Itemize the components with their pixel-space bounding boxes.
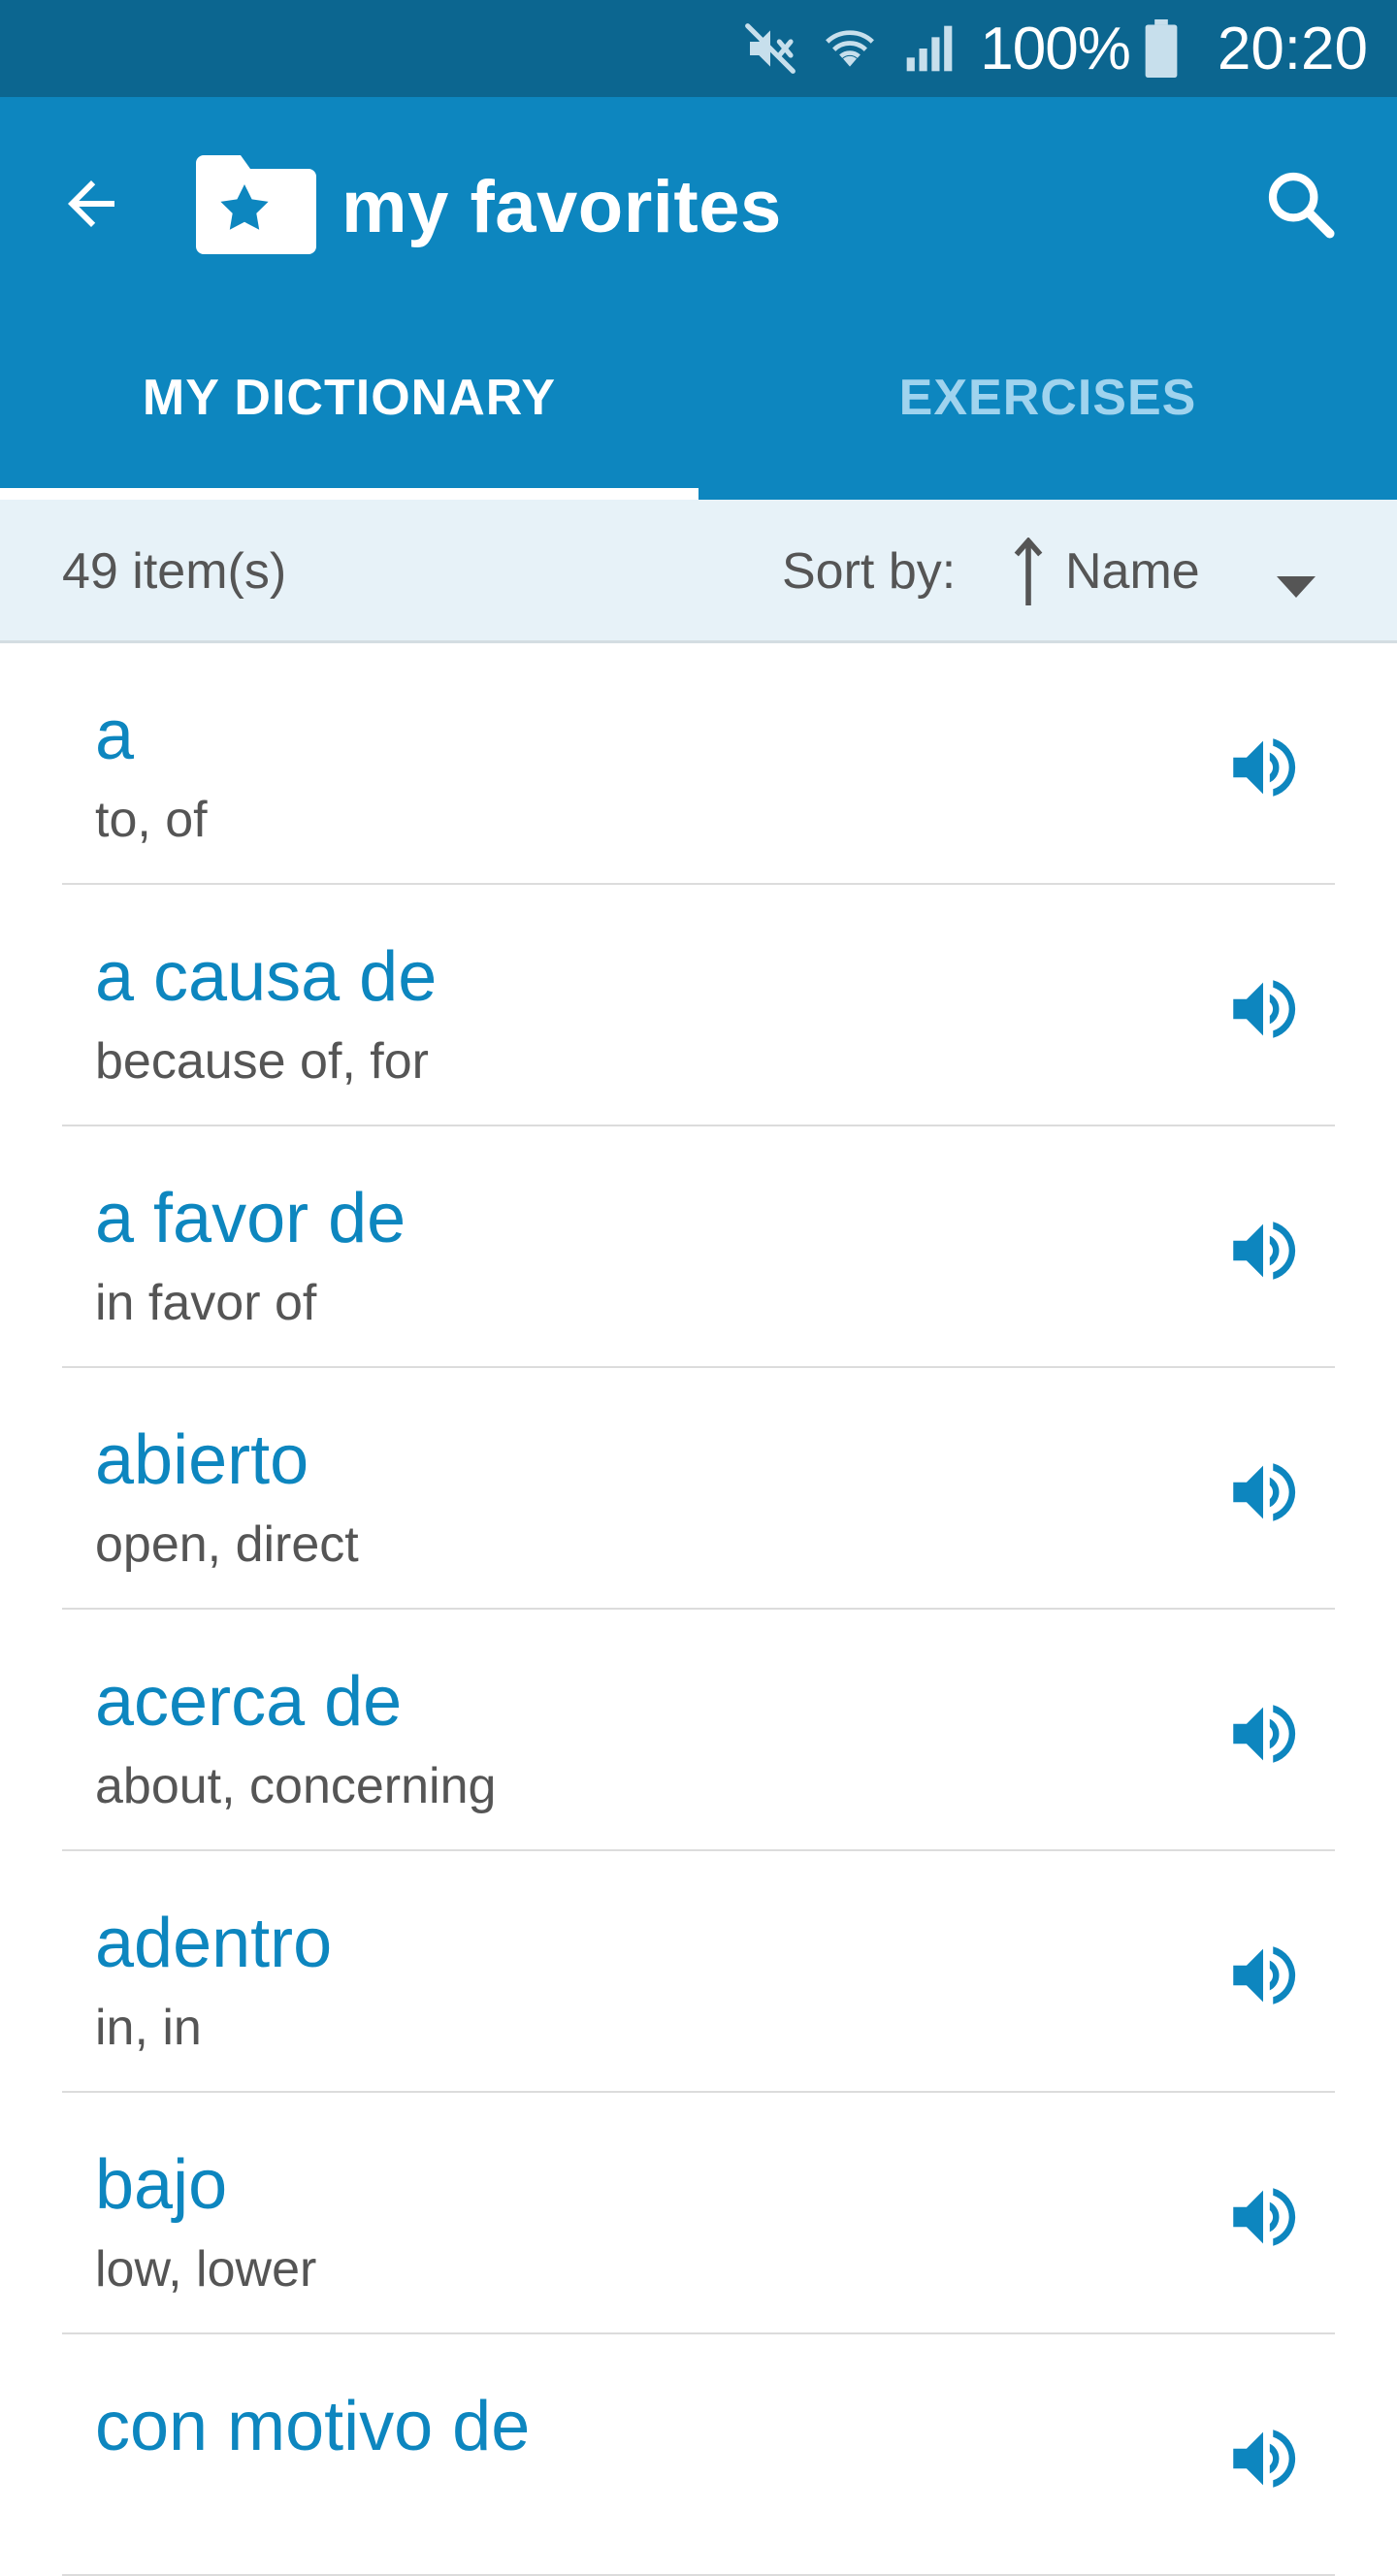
speaker-button[interactable] — [1215, 1685, 1312, 1782]
list-item[interactable]: a favor de in favor of — [62, 1126, 1335, 1368]
search-button[interactable] — [1251, 155, 1348, 252]
translation-text: in, in — [95, 2000, 202, 2056]
toolbar: my favorites — [0, 97, 1397, 315]
back-button[interactable] — [43, 155, 140, 252]
word-text: acerca de — [95, 1663, 403, 1741]
sort-label: Sort by: — [782, 543, 957, 600]
search-icon — [1268, 172, 1335, 239]
sort-value: Name — [1065, 543, 1200, 600]
list-item[interactable]: con motivo de — [62, 2334, 1335, 2576]
tab-exercises[interactable]: EXERCISES — [698, 315, 1397, 500]
arrow-left-icon — [68, 180, 114, 227]
list-item[interactable]: abierto open, direct — [62, 1368, 1335, 1610]
speaker-button[interactable] — [1215, 1927, 1312, 2024]
speaker-button[interactable] — [1215, 2410, 1312, 2507]
speaker-button[interactable] — [1215, 719, 1312, 816]
word-list: a to, of a causa de because of, for a fa… — [0, 643, 1397, 2576]
speaker-icon — [1233, 1463, 1296, 1521]
list-item[interactable]: bajo low, lower — [62, 2093, 1335, 2334]
word-text: a — [95, 697, 135, 774]
sort-bar: 49 item(s) Sort by: Name — [0, 500, 1397, 643]
word-text: bajo — [95, 2146, 228, 2224]
list-item[interactable]: a causa de because of, for — [62, 885, 1335, 1126]
battery-icon — [1144, 19, 1179, 78]
star-folder-icon — [196, 155, 316, 254]
speaker-icon — [1233, 738, 1296, 797]
app-bar: my favorites MY DICTIONARY EXERCISES — [0, 97, 1397, 500]
status-time: 20:20 — [1217, 15, 1368, 82]
mute-icon — [743, 21, 797, 76]
speaker-button[interactable] — [1215, 2168, 1312, 2266]
speaker-button[interactable] — [1215, 1202, 1312, 1299]
translation-text: to, of — [95, 792, 208, 848]
signal-icon — [902, 21, 957, 76]
translation-text: because of, for — [95, 1033, 429, 1090]
list-item[interactable]: acerca de about, concerning — [62, 1610, 1335, 1851]
speaker-button[interactable] — [1215, 961, 1312, 1058]
translation-text: open, direct — [95, 1516, 359, 1573]
wifi-icon — [821, 21, 879, 76]
arrow-up-icon[interactable] — [1009, 538, 1048, 605]
tab-bar: MY DICTIONARY EXERCISES — [0, 315, 1397, 500]
page-title: my favorites — [341, 166, 782, 248]
triangle-down-icon[interactable] — [1277, 554, 1316, 612]
word-text: abierto — [95, 1421, 309, 1499]
speaker-icon — [1233, 980, 1296, 1038]
word-text: a causa de — [95, 938, 438, 1016]
list-item[interactable]: adentro in, in — [62, 1851, 1335, 2093]
speaker-button[interactable] — [1215, 1444, 1312, 1541]
word-text: adentro — [95, 1905, 333, 1982]
translation-text: in favor of — [95, 1275, 317, 1331]
list-item[interactable]: a to, of — [62, 643, 1335, 885]
tab-my-dictionary[interactable]: MY DICTIONARY — [0, 315, 698, 500]
word-text: con motivo de — [95, 2388, 531, 2465]
word-text: a favor de — [95, 1180, 406, 1257]
status-bar: 100% 20:20 — [0, 0, 1397, 97]
battery-level: 100% — [980, 15, 1131, 82]
translation-text: low, lower — [95, 2241, 317, 2298]
speaker-icon — [1233, 2188, 1296, 2246]
speaker-icon — [1233, 1222, 1296, 1280]
speaker-icon — [1233, 1705, 1296, 1763]
translation-text: about, concerning — [95, 1758, 497, 1814]
sort-dropdown[interactable]: Name — [1009, 500, 1329, 643]
speaker-icon — [1233, 2429, 1296, 2488]
speaker-icon — [1233, 1946, 1296, 2005]
item-count: 49 item(s) — [62, 543, 287, 600]
